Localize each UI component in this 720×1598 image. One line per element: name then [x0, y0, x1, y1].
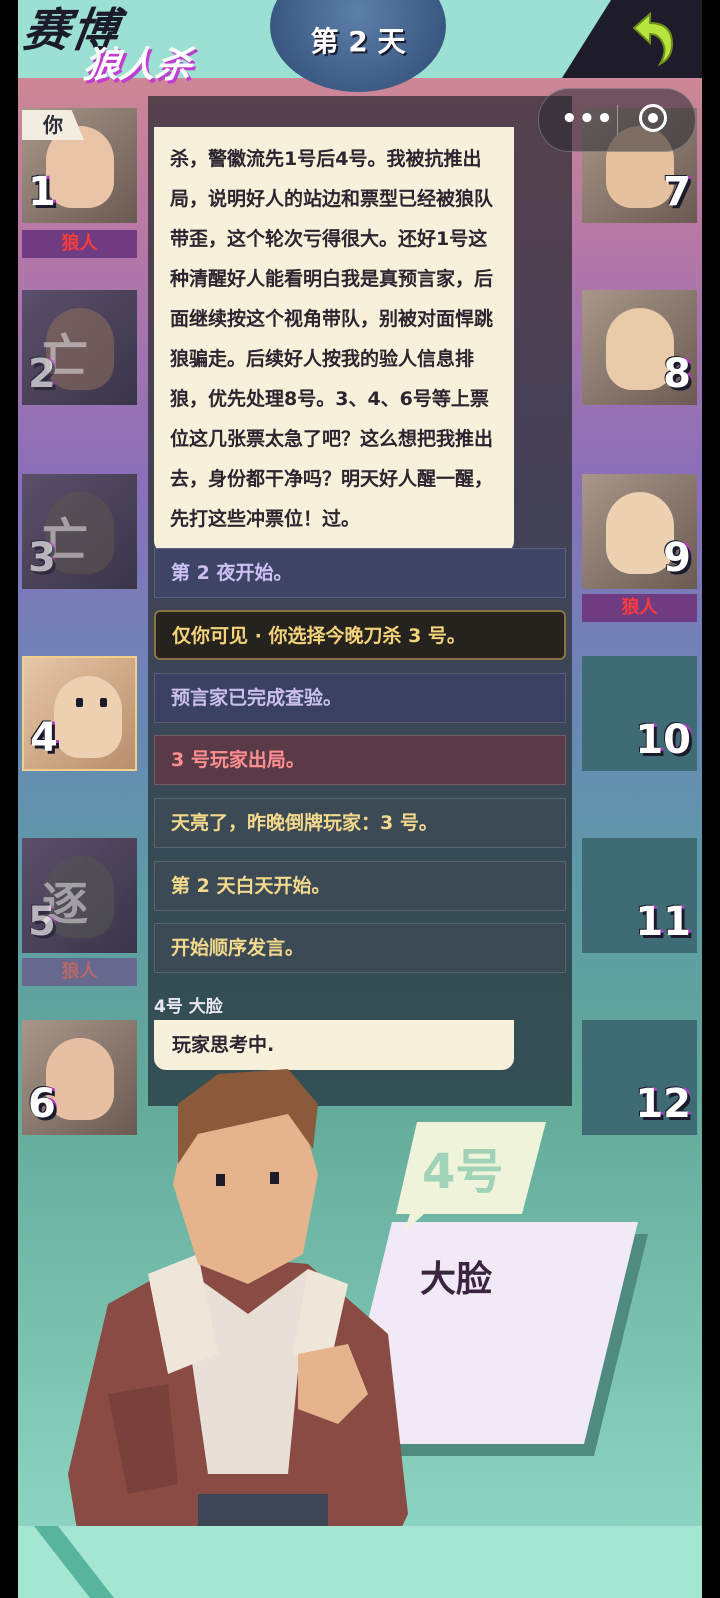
- player-card-2[interactable]: 亡 2: [22, 290, 137, 405]
- log-private-kill: 仅你可见 · 你选择今晚刀杀 3 号。: [154, 610, 566, 660]
- player-4-eye-right: [100, 698, 107, 707]
- player-card-4[interactable]: 4: [22, 656, 137, 771]
- more-menu-icon[interactable]: •••: [561, 104, 614, 134]
- speaker-label: 4号 大脸: [154, 997, 223, 1017]
- bottom-stripe: [18, 1526, 702, 1598]
- player-card-11[interactable]: 11: [582, 838, 697, 953]
- player-1-number: 1: [28, 169, 56, 215]
- player-10-number: 10: [635, 717, 691, 763]
- player-card-9[interactable]: 9: [582, 474, 697, 589]
- player-card-5[interactable]: 逐 5: [22, 838, 137, 953]
- player-2-number: 2: [28, 351, 56, 397]
- log-night-start: 第 2 夜开始。: [154, 548, 566, 598]
- log-speech-order: 开始顺序发言。: [154, 923, 566, 973]
- player-1-role: 狼人: [22, 230, 137, 258]
- speaker-character-illustration: [68, 1069, 408, 1598]
- player-card-10[interactable]: 10: [582, 656, 697, 771]
- player-8-number: 8: [663, 351, 691, 397]
- player-card-12[interactable]: 12: [582, 1020, 697, 1135]
- day-badge: 第 2 天: [270, 0, 446, 92]
- back-arrow-icon[interactable]: [620, 8, 680, 68]
- log-player-out: 3 号玩家出局。: [154, 735, 566, 785]
- player-4-portrait: [54, 676, 122, 758]
- game-logo-line2: 狼人杀: [80, 45, 195, 86]
- game-stage: 赛博 狼人杀 第 2 天 1 你 狼人 亡 2 亡 3 4 逐 5 狼人 6 7…: [18, 0, 702, 1598]
- player-11-number: 11: [635, 899, 691, 945]
- player-3-number: 3: [28, 535, 56, 581]
- capsule-divider: [617, 105, 618, 135]
- player-12-number: 12: [635, 1081, 691, 1127]
- log-dawn: 天亮了，昨晚倒牌玩家：3 号。: [154, 798, 566, 848]
- player-7-number: 7: [663, 169, 691, 215]
- player-5-role: 狼人: [22, 958, 137, 986]
- log-seer-checked: 预言家已完成查验。: [154, 673, 566, 723]
- player-4-eye-left: [76, 698, 83, 707]
- player-4-number: 4: [30, 715, 58, 761]
- player-card-3[interactable]: 亡 3: [22, 474, 137, 589]
- day-label: 第 2 天: [310, 25, 406, 58]
- player-9-number: 9: [663, 535, 691, 581]
- player-5-number: 5: [28, 899, 56, 945]
- player-card-8[interactable]: 8: [582, 290, 697, 405]
- player-9-role: 狼人: [582, 594, 697, 622]
- mini-program-capsule[interactable]: •••: [538, 88, 696, 152]
- speech-bubble: 杀，警徽流先1号后4号。我被抗推出局，说明好人的站边和票型已经被狼队带歪，这个轮…: [154, 127, 514, 553]
- close-target-icon[interactable]: [639, 104, 667, 132]
- log-day-start: 第 2 天白天开始。: [154, 861, 566, 911]
